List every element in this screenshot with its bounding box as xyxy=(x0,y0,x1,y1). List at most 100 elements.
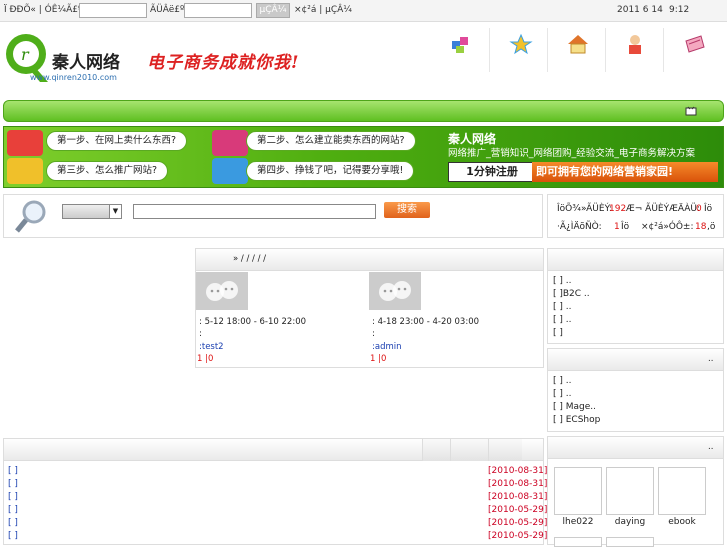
chevron-down-icon: ▼ xyxy=(109,205,121,218)
event-1-location: : xyxy=(199,329,202,339)
event-2-organizer[interactable]: :admin xyxy=(372,342,402,352)
site-logo[interactable]: r 秦人网络 www.qinren2010.com xyxy=(4,30,139,88)
star-wand-icon xyxy=(509,33,533,55)
top-bar: Ï ÐÐÕ« | ÓÊ¼Ã£º ÃÜÂë£º µÇÂ¼ ×¢²á | µÇÂ¼ … xyxy=(0,0,727,22)
news-item[interactable]: [ ] xyxy=(8,466,18,476)
list-item[interactable]: [ ] .. xyxy=(553,315,571,325)
user-thumbnail[interactable] xyxy=(606,467,654,515)
stat-unit: Îö xyxy=(621,222,630,232)
book-icon xyxy=(685,35,705,53)
default-avatar-icon xyxy=(206,281,238,301)
search-input[interactable] xyxy=(133,204,376,219)
news-tab[interactable] xyxy=(422,439,450,461)
user-name[interactable]: ebook xyxy=(657,517,707,527)
box-icon xyxy=(7,158,43,184)
list-item[interactable]: [ ] .. xyxy=(553,389,571,399)
site-stats: ÎöÕ¾»ÃÜÈÝ: 192 Æ¬ ÃÜÈÝÆÄÀÜ: 0 Îö ·Ã¿ÌÄõÑ… xyxy=(547,194,724,238)
event-2-time: : 4-18 23:00 - 4-20 03:00 xyxy=(372,317,480,327)
user-name[interactable]: daying xyxy=(605,517,655,527)
news-panel-header xyxy=(4,439,543,461)
event-1-time: : 5-12 18:00 - 6-10 22:00 xyxy=(199,317,307,327)
events-tabs[interactable]: » / / / / / xyxy=(233,254,266,264)
header-icon-person[interactable] xyxy=(605,28,663,72)
stat-label: ÎöÕ¾»ÃÜÈÝ: xyxy=(557,204,612,214)
magnifier-icon xyxy=(15,200,46,233)
register-login-links[interactable]: ×¢²á | µÇÂ¼ xyxy=(294,5,352,15)
stat-label: ·Ã¿ÌÄõÑÒ: xyxy=(557,222,602,232)
banner-brand-subtitle: 网络推广_营销知识_网络团购_经验交流_电子商务解决方案 xyxy=(448,148,696,159)
header-icon-book[interactable] xyxy=(663,28,721,72)
stat-unit: ,ö xyxy=(707,222,716,232)
header-icon-star[interactable] xyxy=(489,28,547,72)
event-2-image[interactable] xyxy=(369,272,421,310)
news-item[interactable]: [ ] xyxy=(8,492,18,502)
right-panel-1-header xyxy=(548,249,723,271)
event-1-organizer[interactable]: :test2 xyxy=(199,342,224,352)
list-item[interactable]: [ ] xyxy=(553,328,563,338)
news-item[interactable]: [ ] xyxy=(8,531,18,541)
step-1[interactable]: 第一步、在网上卖什么东西? xyxy=(46,131,188,151)
person-icon xyxy=(629,35,641,54)
rss-icon[interactable] xyxy=(685,106,697,116)
present-icon xyxy=(212,130,248,156)
time-text: 9:12 xyxy=(669,5,690,15)
stat-value: 0 xyxy=(696,204,702,214)
password-input[interactable] xyxy=(184,3,252,18)
stat-unit: Îö xyxy=(704,204,713,214)
search-button[interactable]: 搜索 xyxy=(384,202,430,218)
list-item[interactable]: [ ] .. xyxy=(553,276,571,286)
news-date: [2010-08-31] xyxy=(488,466,548,476)
news-item[interactable]: [ ] xyxy=(8,518,18,528)
list-item[interactable]: [ ] ECShop xyxy=(553,415,600,425)
user-name[interactable]: lhe022 xyxy=(553,517,603,527)
step-2[interactable]: 第二步、怎么建立能卖东西的网站? xyxy=(246,131,416,151)
blocks-icon xyxy=(452,37,468,53)
event-1-stats: 1 |0 xyxy=(197,354,214,364)
user-thumbnail[interactable] xyxy=(606,537,654,547)
step-4[interactable]: 第四步、挣钱了吧，记得要分享哦! xyxy=(246,161,415,181)
main-nav-bar xyxy=(3,100,724,122)
news-date: [2010-05-29] xyxy=(488,518,548,528)
news-item[interactable]: [ ] xyxy=(8,505,18,515)
gift-icon xyxy=(7,130,43,156)
default-avatar-icon xyxy=(379,281,411,301)
events-panel-header: » / / / / / xyxy=(196,249,543,271)
register-tagline: 即可拥有您的网络营销家园! xyxy=(532,162,718,182)
date-text: 2011 6 14 xyxy=(617,5,663,15)
header-icon-blocks[interactable] xyxy=(431,28,489,72)
home-icon xyxy=(568,35,588,54)
stat-label: Æ¬ ÃÜÈÝÆÄÀÜ: xyxy=(626,204,701,214)
event-1-image[interactable] xyxy=(196,272,248,310)
user-thumbnail[interactable] xyxy=(554,467,602,515)
user-thumbnail[interactable] xyxy=(554,537,602,547)
username-label: Ï ÐÐÕ« | ÓÊ¼Ã£º xyxy=(4,5,83,15)
news-tab[interactable] xyxy=(450,439,488,461)
list-item[interactable]: [ ] Mage.. xyxy=(553,402,596,412)
news-date: [2010-08-31] xyxy=(488,479,548,489)
list-item[interactable]: [ ]B2C .. xyxy=(553,289,590,299)
event-2-stats: 1 |0 xyxy=(370,354,387,364)
username-input[interactable] xyxy=(79,3,147,18)
logo-text: 秦人网络 xyxy=(52,53,120,73)
news-date: [2010-08-31] xyxy=(488,492,548,502)
logo-url: www.qinren2010.com xyxy=(30,73,117,82)
stat-label: ×¢²á»ÓÔ±: xyxy=(641,222,694,232)
header-icon-home[interactable] xyxy=(547,28,605,72)
list-item[interactable]: [ ] .. xyxy=(553,376,571,386)
news-item[interactable]: [ ] xyxy=(8,479,18,489)
right-panel-2-header: .. xyxy=(548,349,723,371)
news-tab[interactable] xyxy=(488,439,522,461)
list-item[interactable]: [ ] .. xyxy=(553,302,571,312)
login-button[interactable]: µÇÂ¼ xyxy=(256,3,290,18)
chat-icon xyxy=(212,158,248,184)
more-link[interactable]: .. xyxy=(708,354,713,364)
register-button[interactable]: 1分钟注册 xyxy=(448,162,536,182)
slogan: 电子商务成就你我! xyxy=(147,53,300,73)
news-date: [2010-05-29] xyxy=(488,531,548,541)
more-link[interactable]: .. xyxy=(708,442,713,452)
stat-value: 1 xyxy=(614,222,620,232)
user-thumbnail[interactable] xyxy=(658,467,706,515)
password-label: ÃÜÂë£º xyxy=(150,5,185,15)
step-3[interactable]: 第三步、怎么推广网站? xyxy=(46,161,169,181)
search-category-select[interactable]: ▼ xyxy=(62,204,122,219)
